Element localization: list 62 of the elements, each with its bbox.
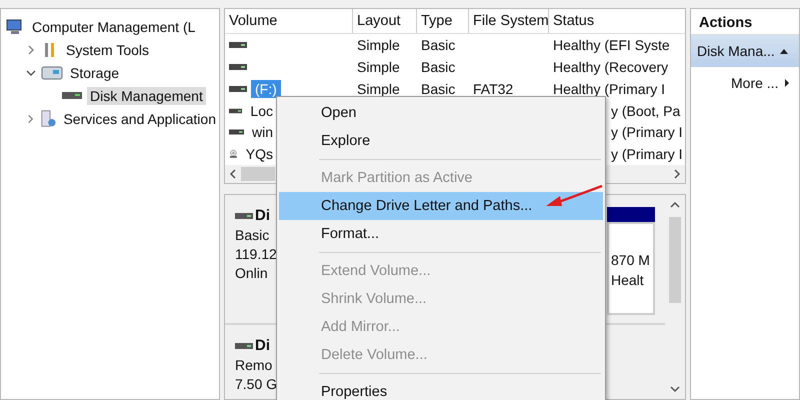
scrollbar-thumb[interactable] <box>669 217 681 303</box>
disk-info: 7.50 G <box>235 376 277 392</box>
column-header[interactable]: Layout <box>353 9 417 33</box>
disk-info: Onlin <box>235 265 269 281</box>
scroll-up-icon[interactable] <box>670 201 680 209</box>
table-cell: y (Boot, Pa <box>611 102 680 119</box>
table-cell: Basic <box>421 58 456 75</box>
disk-info: Remo <box>235 357 274 373</box>
drive-icon <box>235 342 253 350</box>
table-cell: y (Primary I <box>611 146 683 162</box>
drive-icon <box>229 84 247 93</box>
action-link[interactable]: More ... <box>731 75 778 91</box>
disk-name: Di <box>255 207 270 224</box>
table-cell: Simple <box>357 36 400 53</box>
table-cell: Simple <box>357 80 400 97</box>
table-cell[interactable]: YQs <box>242 145 277 164</box>
disk-info: Basic <box>235 227 270 243</box>
action-section[interactable]: Disk Mana... <box>691 35 799 67</box>
drive-icon <box>229 40 247 49</box>
table-cell[interactable]: win <box>248 123 277 142</box>
scroll-left-icon[interactable] <box>229 169 237 180</box>
column-header[interactable]: File System <box>469 9 549 33</box>
storage-icon <box>41 64 63 82</box>
table-cell: Basic <box>421 80 456 97</box>
table-cell: Healthy (EFI Syste <box>553 36 670 53</box>
tree-item[interactable]: Disk Management <box>87 86 206 104</box>
column-header[interactable]: Volume <box>225 9 353 33</box>
menu-item[interactable]: Format... <box>279 220 603 248</box>
disk-name: Di <box>255 337 270 354</box>
table-cell: y (Primary I <box>611 124 683 140</box>
drive-icon <box>229 128 244 136</box>
menu-item[interactable]: Properties <box>279 378 603 400</box>
scroll-down-icon[interactable] <box>670 385 680 393</box>
tree-item[interactable]: Computer Management (L <box>29 18 198 36</box>
drive-icon <box>229 106 242 115</box>
table-cell: Healthy (Primary I <box>553 80 666 97</box>
chevron-icon[interactable] <box>25 112 36 124</box>
partition-info: 870 M <box>611 252 651 268</box>
table-cell: Healthy (Recovery <box>553 58 668 75</box>
menu-item[interactable]: Explore <box>279 127 603 155</box>
tree-item[interactable]: Services and Application <box>60 110 219 128</box>
table-cell[interactable]: Loc <box>246 102 277 120</box>
scroll-right-icon[interactable] <box>673 169 681 180</box>
table-cell: Simple <box>357 58 400 75</box>
table-cell: Basic <box>421 36 456 53</box>
expand-icon[interactable] <box>784 78 790 88</box>
column-header[interactable]: Status <box>549 9 685 33</box>
collapse-icon[interactable] <box>778 47 789 55</box>
tree-item[interactable]: System Tools <box>63 40 152 58</box>
menu-item[interactable]: Open <box>279 99 603 127</box>
partition-block[interactable]: 870 M Healt <box>607 222 655 315</box>
disk-info: 119.12 <box>235 246 277 262</box>
menu-item[interactable]: Change Drive Letter and Paths... <box>279 192 603 220</box>
partition-bar <box>607 207 655 222</box>
scrollbar-thumb[interactable] <box>241 167 275 182</box>
drive-icon <box>235 212 253 220</box>
services-icon <box>40 108 56 128</box>
drive-icon <box>229 62 247 71</box>
column-header[interactable]: Type <box>417 9 469 33</box>
partition-info: Healt <box>611 272 645 288</box>
tree-item[interactable]: Storage <box>67 64 122 82</box>
table-cell: FAT32 <box>473 80 514 97</box>
